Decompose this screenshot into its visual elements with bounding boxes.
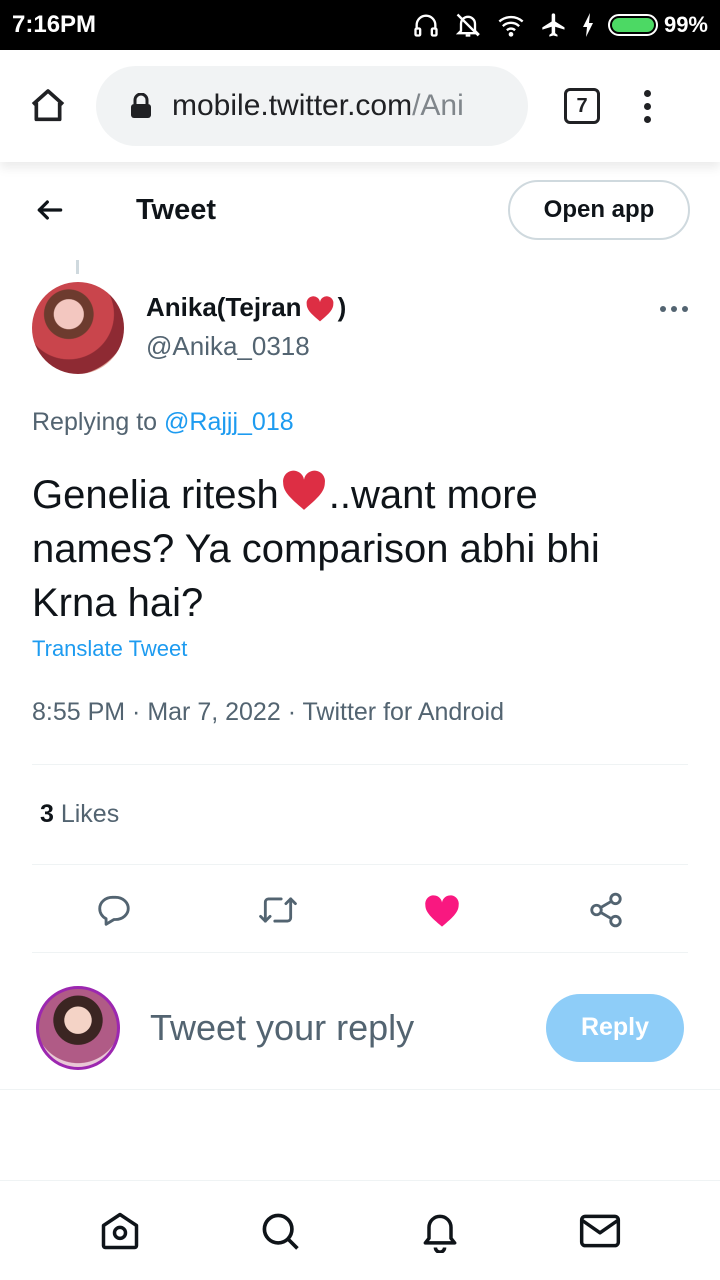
like-icon <box>425 895 459 927</box>
likes-count[interactable]: 3 Likes <box>40 800 119 829</box>
battery-body <box>607 14 658 36</box>
tweet-source[interactable]: Twitter for Android <box>303 698 504 726</box>
back-arrow-icon <box>37 200 63 220</box>
messages-icon <box>579 1214 621 1247</box>
red-heart-emoji-icon <box>282 470 325 510</box>
tab-switcher-button[interactable]: 7 <box>564 88 600 124</box>
retweet-button[interactable] <box>248 880 308 940</box>
nav-notifications[interactable] <box>410 1201 470 1261</box>
divider <box>32 764 688 765</box>
reply-icon <box>98 895 130 926</box>
browser-toolbar: mobile.twitter.com/Ani 7 <box>0 50 720 162</box>
divider <box>32 952 688 953</box>
reply-composer: Tweet your reply Reply <box>0 966 720 1090</box>
menu-dot <box>644 89 651 97</box>
likes-number: 3 <box>40 800 54 828</box>
url-host: mobile.twitter.com <box>172 89 413 122</box>
notifications-icon <box>423 1214 457 1253</box>
red-heart-emoji-icon <box>306 295 333 321</box>
tweet-meta: 8:55 PM · Mar 7, 2022 · Twitter for Andr… <box>32 698 504 727</box>
menu-dot <box>644 102 651 110</box>
meta-separator: · <box>125 698 148 726</box>
retweet-icon <box>259 897 297 923</box>
tweet-date[interactable]: Mar 7, 2022 <box>147 698 280 726</box>
replying-prefix: Replying to <box>32 408 165 436</box>
tweet-time[interactable]: 8:55 PM <box>32 698 125 726</box>
nav-home[interactable] <box>90 1201 150 1261</box>
url-path: /Ani <box>412 89 464 122</box>
tweet-header: Tweet Open app <box>0 162 720 258</box>
author-name[interactable]: Anika(Tejran ) <box>146 292 346 323</box>
author-avatar[interactable] <box>32 282 124 374</box>
address-bar[interactable]: mobile.twitter.com/Ani <box>96 66 528 146</box>
share-button[interactable] <box>576 880 636 940</box>
more-dot <box>682 306 688 312</box>
bottom-navigation <box>0 1180 720 1280</box>
back-button[interactable] <box>30 190 70 230</box>
search-icon <box>262 1213 299 1250</box>
lock-icon <box>131 93 151 118</box>
author-info: Anika(Tejran ) @Anika_0318 <box>146 282 346 376</box>
tweet-text-part: Genelia ritesh <box>32 473 279 517</box>
replying-to: Replying to @Rajjj_018 <box>32 408 294 437</box>
replying-to-link[interactable]: @Rajjj_018 <box>164 408 294 436</box>
browser-menu-button[interactable] <box>644 89 651 123</box>
browser-home-button[interactable] <box>20 78 76 134</box>
likes-label: Likes <box>53 800 120 828</box>
thread-line <box>76 260 79 274</box>
menu-dot <box>644 115 651 123</box>
battery-fill <box>611 18 654 32</box>
open-app-button[interactable]: Open app <box>508 180 690 240</box>
nav-search[interactable] <box>250 1201 310 1261</box>
reply-button[interactable] <box>84 880 144 940</box>
battery-icon: 99% <box>607 12 708 38</box>
current-user-avatar <box>36 985 120 1070</box>
status-icons: 99% <box>412 11 708 39</box>
nav-messages[interactable] <box>570 1201 630 1261</box>
tweet-author: Anika(Tejran ) @Anika_0318 <box>32 282 688 376</box>
reply-submit-button[interactable]: Reply <box>546 993 684 1062</box>
author-name-suffix: ) <box>337 292 347 322</box>
charging-icon <box>582 13 593 37</box>
tweet-text: Genelia ritesh ..want more names? Ya comp… <box>32 466 682 630</box>
battery-percent: 99% <box>663 12 708 37</box>
status-time: 7:16PM <box>12 11 97 38</box>
translate-tweet-link[interactable]: Translate Tweet <box>32 636 187 662</box>
more-dot <box>671 306 677 312</box>
airplane-icon <box>542 13 565 37</box>
more-dot <box>660 306 666 312</box>
home-icon <box>101 1212 139 1249</box>
wifi-icon <box>498 15 524 37</box>
meta-separator: · <box>280 698 303 726</box>
author-name-text: Anika(Tejran <box>146 292 302 322</box>
home-icon <box>31 89 65 122</box>
url-text: mobile.twitter.com/Ani <box>172 89 464 123</box>
like-button[interactable] <box>412 880 472 940</box>
more-options-icon[interactable] <box>660 306 688 312</box>
divider <box>32 864 688 865</box>
author-handle[interactable]: @Anika_0318 <box>146 331 346 362</box>
bell-off-icon <box>455 13 481 37</box>
share-icon <box>590 892 622 928</box>
reply-input[interactable]: Tweet your reply <box>150 1007 414 1049</box>
status-bar: 7:16PM 99% <box>0 0 720 50</box>
headphones-icon <box>414 14 438 37</box>
page-title: Tweet <box>136 193 217 226</box>
tweet-actions <box>32 880 688 940</box>
